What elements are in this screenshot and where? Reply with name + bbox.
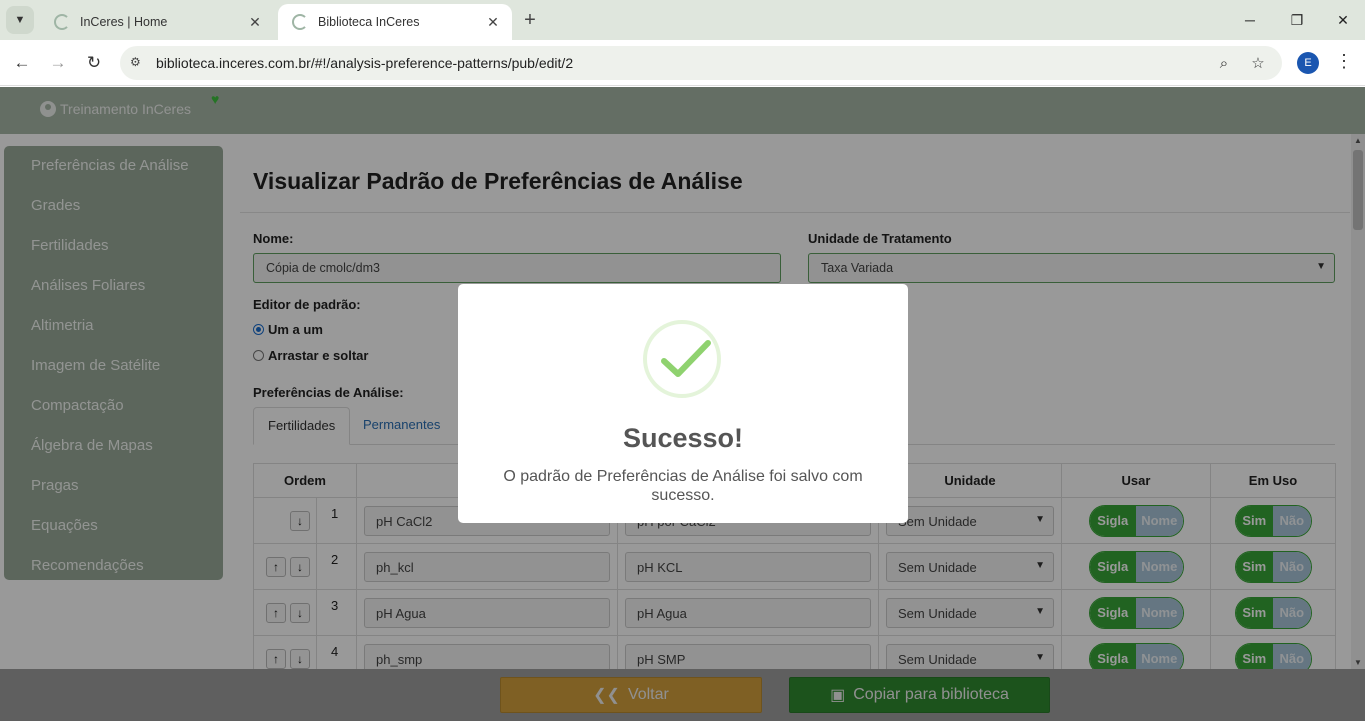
tab-favicon-icon: [54, 14, 70, 30]
browser-tab-home[interactable]: InCeres | Home ✕: [40, 4, 274, 40]
tab-close-icon[interactable]: ✕: [484, 14, 502, 31]
url-text: biblioteca.inceres.com.br/#!/analysis-pr…: [156, 55, 574, 71]
browser-menu-icon[interactable]: ⋮: [1334, 51, 1354, 75]
zoom-icon[interactable]: ⌕: [1214, 53, 1234, 73]
browser-tabbar: ▼ InCeres | Home ✕ Biblioteca InCeres ✕ …: [0, 0, 1365, 40]
restore-icon[interactable]: ❐: [1277, 6, 1317, 34]
success-modal: Sucesso! O padrão de Preferências de Aná…: [458, 284, 908, 523]
browser-tab-biblioteca[interactable]: Biblioteca InCeres ✕: [278, 4, 512, 40]
new-tab-plus-icon[interactable]: +: [518, 8, 542, 32]
browser-toolbar: ← → ↻ ⚙ biblioteca.inceres.com.br/#!/ana…: [0, 40, 1365, 86]
site-settings-icon[interactable]: ⚙: [130, 55, 146, 71]
browser-tab-title: InCeres | Home: [80, 15, 168, 29]
minimize-icon[interactable]: ─: [1230, 6, 1270, 34]
browser-tab-title: Biblioteca InCeres: [318, 15, 420, 29]
tab-favicon-icon: [292, 14, 308, 30]
reload-icon[interactable]: ↻: [80, 49, 108, 77]
forward-arrow-icon[interactable]: →: [44, 49, 72, 77]
window-close-icon[interactable]: ✕: [1323, 6, 1363, 34]
modal-title: Sucesso!: [622, 423, 744, 453]
profile-avatar[interactable]: E: [1297, 52, 1319, 74]
tab-search-dropdown-icon[interactable]: ▼: [6, 6, 34, 34]
back-arrow-icon[interactable]: ←: [8, 49, 36, 77]
bookmark-star-icon[interactable]: ☆: [1248, 53, 1268, 73]
success-check-icon: [643, 320, 721, 398]
modal-message: O padrão de Preferências de Análise foi …: [503, 468, 863, 504]
address-bar[interactable]: ⚙ biblioteca.inceres.com.br/#!/analysis-…: [120, 46, 1282, 80]
tab-close-icon[interactable]: ✕: [246, 14, 264, 31]
